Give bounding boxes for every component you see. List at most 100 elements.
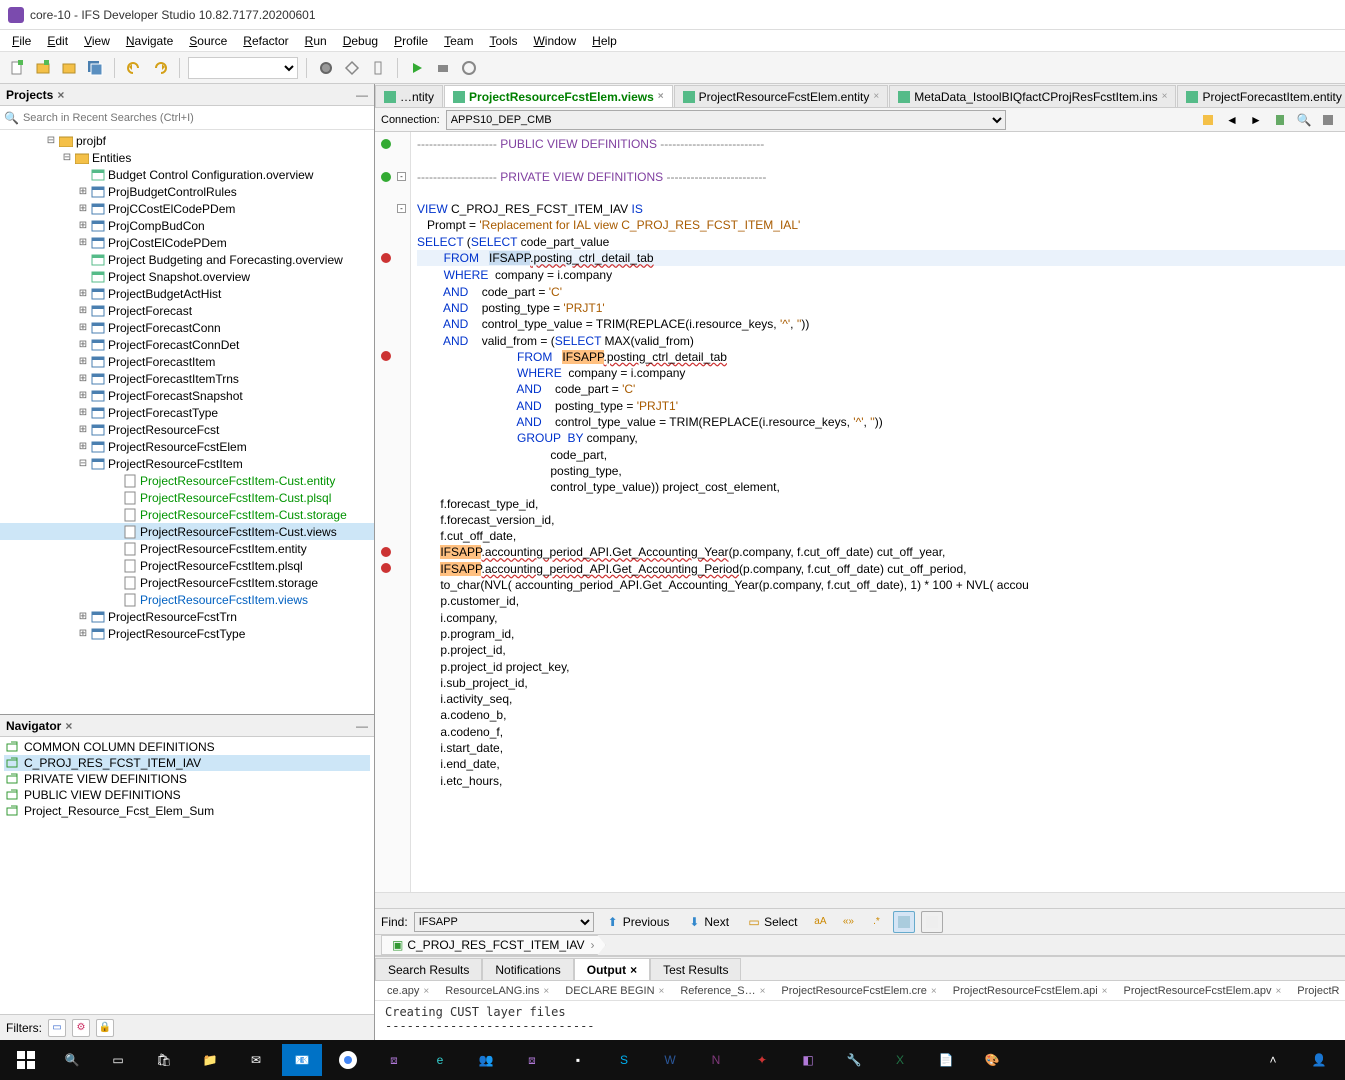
onenote-icon[interactable]: N — [696, 1044, 736, 1076]
run-icon[interactable] — [406, 57, 428, 79]
save-all-icon[interactable] — [84, 57, 106, 79]
globe-icon[interactable] — [315, 57, 337, 79]
output-subtab[interactable]: ProjectResourceFcstElem.api× — [945, 984, 1116, 998]
tree-item[interactable]: ProjectResourceFcstItem.plsql — [0, 557, 374, 574]
inner-tab[interactable]: ▣ C_PROJ_RES_FCST_ITEM_IAV › — [381, 935, 606, 955]
error-marker-icon[interactable] — [381, 253, 391, 263]
error-marker-icon[interactable] — [381, 351, 391, 361]
menu-profile[interactable]: Profile — [386, 32, 436, 50]
tree-item[interactable]: Budget Control Configuration.overview — [0, 166, 374, 183]
output-subtab[interactable]: ce.apy× — [379, 984, 437, 998]
cube-icon[interactable]: ◧ — [788, 1044, 828, 1076]
tree-item[interactable]: ⊞ProjectForecastConn — [0, 319, 374, 336]
output-subtab[interactable]: ProjectResourceFcstElem.cre× — [773, 984, 944, 998]
excel-icon[interactable]: X — [880, 1044, 920, 1076]
search-input[interactable] — [23, 112, 370, 124]
tree-item[interactable]: ⊞ProjCostElCodePDem — [0, 234, 374, 251]
close-icon[interactable]: × — [760, 986, 766, 997]
navigator-item[interactable]: C_PROJ_RES_FCST_ITEM_IAV — [4, 755, 370, 771]
tray-up-icon[interactable]: ˄ — [1253, 1044, 1293, 1076]
redo-icon[interactable] — [149, 57, 171, 79]
bottom-tab-search-results[interactable]: Search Results — [375, 958, 482, 980]
profile-icon[interactable] — [458, 57, 480, 79]
tree-item[interactable]: ⊟projbf — [0, 132, 374, 149]
build-icon[interactable] — [341, 57, 363, 79]
close-icon[interactable]: × — [658, 91, 664, 102]
tree-item[interactable]: ProjectResourceFcstItem.views — [0, 591, 374, 608]
tree-item[interactable]: ⊞ProjectResourceFcstType — [0, 625, 374, 642]
app-icon[interactable]: ✦ — [742, 1044, 782, 1076]
outlook-icon[interactable]: 📧 — [282, 1044, 322, 1076]
tree-item[interactable]: ⊞ProjectBudgetActHist — [0, 285, 374, 302]
menu-file[interactable]: File — [4, 32, 39, 50]
editor-tab[interactable]: ProjectForecastItem.entity — [1177, 85, 1345, 107]
nav-back-icon[interactable]: ◄ — [1221, 109, 1243, 131]
tree-item[interactable]: ⊞ProjectForecastType — [0, 404, 374, 421]
chrome-icon[interactable] — [328, 1044, 368, 1076]
tree-item[interactable]: ProjectResourceFcstItem.storage — [0, 574, 374, 591]
search-icon[interactable]: 🔍 — [4, 111, 19, 125]
close-icon[interactable]: × — [659, 986, 665, 997]
find-previous-button[interactable]: ⬆Previous — [600, 914, 676, 930]
filter-fields-icon[interactable]: ▭ — [48, 1019, 66, 1037]
horizontal-scrollbar[interactable] — [375, 892, 1345, 908]
teams-icon[interactable]: 👥 — [466, 1044, 506, 1076]
navigator-item[interactable]: Project_Resource_Fcst_Elem_Sum — [4, 803, 370, 819]
projects-tree[interactable]: ⊟projbf⊟EntitiesBudget Control Configura… — [0, 130, 374, 714]
find-next-button[interactable]: ⬇Next — [681, 914, 735, 930]
close-icon[interactable]: × — [57, 88, 64, 102]
tool-icon[interactable]: 🔧 — [834, 1044, 874, 1076]
clean-icon[interactable] — [367, 57, 389, 79]
tree-item[interactable]: ProjectResourceFcstItem-Cust.views — [0, 523, 374, 540]
vs-icon[interactable]: ⧈ — [374, 1044, 414, 1076]
tree-item[interactable]: ⊞ProjCCostElCodePDem — [0, 200, 374, 217]
people-icon[interactable]: 👤 — [1299, 1044, 1339, 1076]
skype-icon[interactable]: S — [604, 1044, 644, 1076]
config-dropdown[interactable] — [188, 57, 298, 79]
paint-icon[interactable]: 🎨 — [972, 1044, 1012, 1076]
ok-marker-icon[interactable] — [381, 139, 391, 149]
bottom-tab-output[interactable]: Output× — [574, 958, 650, 980]
tree-item[interactable]: ⊞ProjBudgetControlRules — [0, 183, 374, 200]
close-icon[interactable]: × — [873, 91, 879, 102]
navigator-item[interactable]: PRIVATE VIEW DEFINITIONS — [4, 771, 370, 787]
close-icon[interactable]: × — [1275, 986, 1281, 997]
editor-tab[interactable]: ProjectResourceFcstElem.entity× — [674, 85, 889, 107]
tree-item[interactable]: ⊞ProjectResourceFcst — [0, 421, 374, 438]
debug-icon[interactable] — [432, 57, 454, 79]
nav-fwd-icon[interactable]: ► — [1245, 109, 1267, 131]
editor-tab[interactable]: MetaData_IstoolBIQfactCProjResFcstItem.i… — [889, 85, 1176, 107]
bookmark-icon[interactable] — [1269, 109, 1291, 131]
bottom-tab-notifications[interactable]: Notifications — [482, 958, 573, 980]
edge-icon[interactable]: e — [420, 1044, 460, 1076]
highlight-icon[interactable] — [893, 911, 915, 933]
new-file-icon[interactable] — [6, 57, 28, 79]
menu-run[interactable]: Run — [297, 32, 335, 50]
connection-select[interactable]: APPS10_DEP_CMB — [446, 110, 1006, 130]
output-subtab[interactable]: Reference_S…× — [672, 984, 773, 998]
tree-item[interactable]: ProjectResourceFcstItem.entity — [0, 540, 374, 557]
fold-toggle-icon[interactable]: - — [397, 172, 406, 181]
editor-tab[interactable]: ProjectResourceFcstElem.views× — [444, 85, 673, 107]
menu-debug[interactable]: Debug — [335, 32, 386, 50]
word-icon[interactable]: W — [650, 1044, 690, 1076]
wrap-icon[interactable] — [921, 911, 943, 933]
close-icon[interactable]: × — [423, 986, 429, 997]
tree-item[interactable]: ⊞ProjectForecast — [0, 302, 374, 319]
explorer-icon[interactable]: 📁 — [190, 1044, 230, 1076]
code-editor[interactable]: -- -------------------- PUBLIC VIEW DEFI… — [375, 132, 1345, 892]
navigator-item[interactable]: PUBLIC VIEW DEFINITIONS — [4, 787, 370, 803]
task-view-icon[interactable]: ▭ — [98, 1044, 138, 1076]
close-icon[interactable]: × — [630, 963, 637, 977]
error-marker-icon[interactable] — [381, 563, 391, 573]
store-icon[interactable]: 🛍 — [144, 1044, 184, 1076]
tree-item[interactable]: Project Budgeting and Forecasting.overvi… — [0, 251, 374, 268]
filter-nonpublic-icon[interactable]: 🔒 — [96, 1019, 114, 1037]
menu-team[interactable]: Team — [436, 32, 481, 50]
navigator-item[interactable]: COMMON COLUMN DEFINITIONS — [4, 739, 370, 755]
tree-item[interactable]: Project Snapshot.overview — [0, 268, 374, 285]
notepad-icon[interactable]: 📄 — [926, 1044, 966, 1076]
menu-tools[interactable]: Tools — [481, 32, 525, 50]
output-subtab[interactable]: ProjectResourceFcstElem.apv× — [1116, 984, 1290, 998]
close-icon[interactable]: × — [543, 986, 549, 997]
